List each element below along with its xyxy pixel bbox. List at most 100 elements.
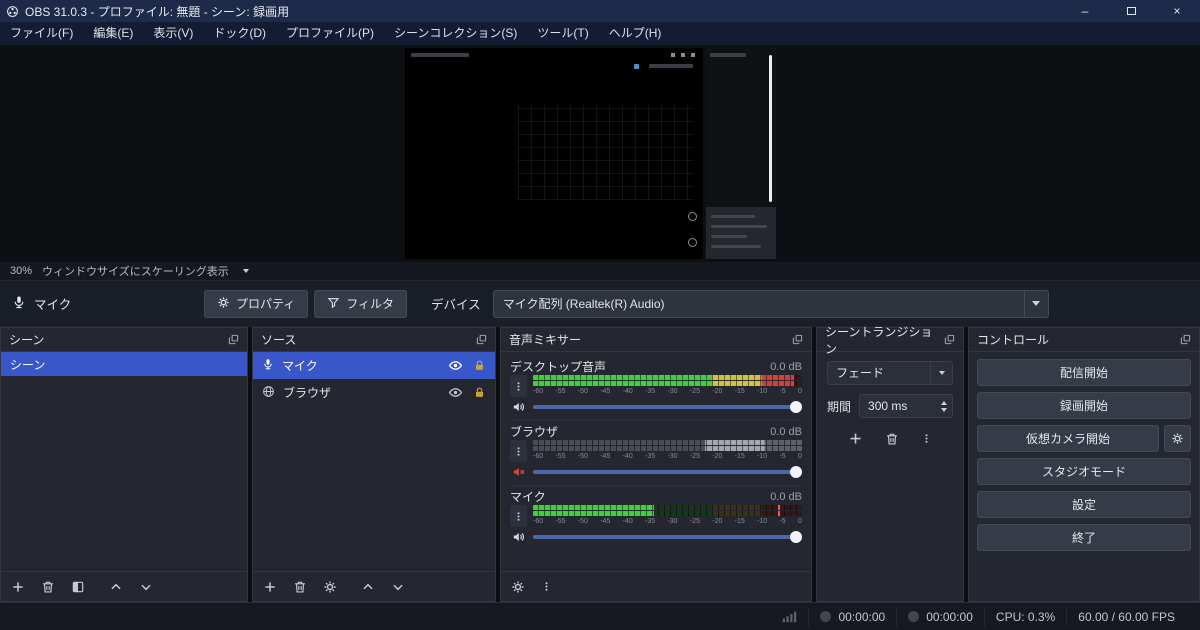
channel-menu-button[interactable] xyxy=(510,505,527,527)
volume-slider[interactable] xyxy=(533,465,802,478)
add-scene-button[interactable] xyxy=(11,580,25,594)
channel-name: デスクトップ音声 xyxy=(510,360,607,374)
transition-combobox[interactable]: フェード xyxy=(827,361,953,385)
scene-filters-button[interactable] xyxy=(71,580,85,594)
move-scene-up-button[interactable] xyxy=(109,580,123,594)
volume-slider[interactable] xyxy=(533,530,802,543)
channel-menu-button[interactable] xyxy=(510,440,527,462)
record-dot-icon xyxy=(820,611,832,622)
menu-profile[interactable]: プロファイル(P) xyxy=(276,22,384,45)
capture-window-icons xyxy=(691,53,695,57)
context-source-name: マイク xyxy=(34,298,72,312)
scaling-mode-label[interactable]: ウィンドウサイズにスケーリング表示 xyxy=(42,263,229,279)
channel-menu-button[interactable] xyxy=(510,375,527,397)
duration-spinbox[interactable]: 300 ms xyxy=(859,394,953,418)
scenes-dock-title: シーン xyxy=(9,333,45,347)
channel-name: マイク xyxy=(510,490,546,504)
start-streaming-button[interactable]: 配信開始 xyxy=(977,359,1191,386)
speaker-muted-icon[interactable] xyxy=(510,465,527,479)
speaker-icon[interactable] xyxy=(510,400,527,414)
add-transition-button[interactable] xyxy=(848,431,863,446)
remove-source-button[interactable] xyxy=(293,580,307,594)
side-capture-title-hint xyxy=(710,53,746,57)
combo-arrow-button[interactable] xyxy=(1023,290,1048,317)
visibility-eye-icon[interactable] xyxy=(448,385,463,400)
move-scene-down-button[interactable] xyxy=(139,580,153,594)
start-recording-button[interactable]: 録画開始 xyxy=(977,392,1191,419)
maximize-button[interactable] xyxy=(1108,0,1154,22)
start-virtual-camera-button[interactable]: 仮想カメラ開始 xyxy=(977,425,1159,452)
menu-docks[interactable]: ドック(D) xyxy=(203,22,276,45)
volume-slider[interactable] xyxy=(533,400,802,413)
filters-label: フィルタ xyxy=(346,297,395,311)
menu-file[interactable]: ファイル(F) xyxy=(0,22,83,45)
popout-icon[interactable] xyxy=(228,334,239,345)
scene-list-item[interactable]: シーン xyxy=(1,352,247,376)
slider-handle[interactable] xyxy=(790,400,802,413)
mixer-menu-button[interactable] xyxy=(541,580,552,593)
slider-handle[interactable] xyxy=(790,530,802,543)
menu-view[interactable]: 表示(V) xyxy=(143,22,203,45)
source-list-item[interactable]: マイク xyxy=(253,352,495,379)
sources-dock: ソース マイク ブラウザ xyxy=(252,327,496,602)
spin-up-button[interactable] xyxy=(941,400,947,405)
menu-help[interactable]: ヘルプ(H) xyxy=(599,22,672,45)
menu-edit[interactable]: 編集(E) xyxy=(83,22,143,45)
channel-db: 0.0 dB xyxy=(770,490,802,503)
menu-scene-collection[interactable]: シーンコレクション(S) xyxy=(384,22,527,45)
controls-body: 配信開始 録画開始 仮想カメラ開始 スタジオモード 設定 終了 xyxy=(969,352,1199,601)
filters-button[interactable]: フィルタ xyxy=(314,289,408,318)
popout-icon[interactable] xyxy=(944,334,955,345)
lock-icon[interactable] xyxy=(473,359,486,372)
source-properties-button[interactable] xyxy=(323,580,337,594)
filter-icon xyxy=(327,296,340,312)
add-source-button[interactable] xyxy=(263,580,277,594)
device-label: デバイス xyxy=(431,298,481,312)
combo-arrow-button[interactable] xyxy=(930,362,952,384)
popout-icon[interactable] xyxy=(476,334,487,345)
mic-icon xyxy=(12,295,26,312)
globe-icon xyxy=(262,385,275,401)
signal-bars-icon xyxy=(783,611,797,622)
slider-handle[interactable] xyxy=(790,465,802,478)
transition-menu-button[interactable] xyxy=(921,431,932,446)
volume-meter xyxy=(533,511,802,516)
speaker-icon[interactable] xyxy=(510,530,527,544)
advanced-audio-button[interactable] xyxy=(511,580,525,594)
transitions-dock-header: シーントランジション xyxy=(817,325,963,356)
move-source-down-button[interactable] xyxy=(391,580,405,594)
popout-icon[interactable] xyxy=(792,334,803,345)
popout-icon[interactable] xyxy=(1180,334,1191,345)
scaling-dropdown-button[interactable] xyxy=(242,269,249,273)
remove-transition-button[interactable] xyxy=(885,431,899,446)
sources-toolbar xyxy=(253,571,495,601)
volume-meter xyxy=(533,505,802,510)
move-source-up-button[interactable] xyxy=(361,580,375,594)
menu-tools[interactable]: ツール(T) xyxy=(527,22,598,45)
window-capture-source[interactable] xyxy=(405,48,703,259)
source-name: ブラウザ xyxy=(283,386,332,400)
studio-mode-button[interactable]: スタジオモード xyxy=(977,458,1191,485)
chevron-down-icon xyxy=(242,269,249,273)
source-list-item[interactable]: ブラウザ xyxy=(253,379,495,406)
lock-icon[interactable] xyxy=(473,386,486,399)
properties-button[interactable]: プロパティ xyxy=(204,289,309,318)
phone-capture-source[interactable] xyxy=(706,48,776,259)
meter-scale: -60 -55 -50 -45 -40 -35 -30 -25 -20 -15 -10 -5 0 xyxy=(533,388,802,395)
obs-logo-icon xyxy=(6,5,19,18)
close-button[interactable]: × xyxy=(1154,0,1200,22)
side-capture-scrollbar xyxy=(769,55,772,202)
settings-button[interactable]: 設定 xyxy=(977,491,1191,518)
docks-row: シーン シーン ソース マイク ブラウザ 音声ミキサー デスクトップ音声 0.0… xyxy=(0,325,1200,602)
virtual-camera-settings-button[interactable] xyxy=(1164,425,1191,452)
visibility-eye-icon[interactable] xyxy=(448,358,463,373)
device-combobox[interactable]: マイク配列 (Realtek(R) Audio) xyxy=(492,289,1049,318)
minimize-button[interactable]: – xyxy=(1062,0,1108,22)
scenes-toolbar xyxy=(1,571,247,601)
spin-down-button[interactable] xyxy=(941,407,947,412)
capture-window-icons xyxy=(671,53,675,57)
mixer-channels: デスクトップ音声 0.0 dB -60 -55 -50 -45 -40 -35 -30 -25… xyxy=(501,352,811,571)
exit-button[interactable]: 終了 xyxy=(977,524,1191,551)
controls-dock-header: コントロール xyxy=(969,328,1199,352)
remove-scene-button[interactable] xyxy=(41,580,55,594)
